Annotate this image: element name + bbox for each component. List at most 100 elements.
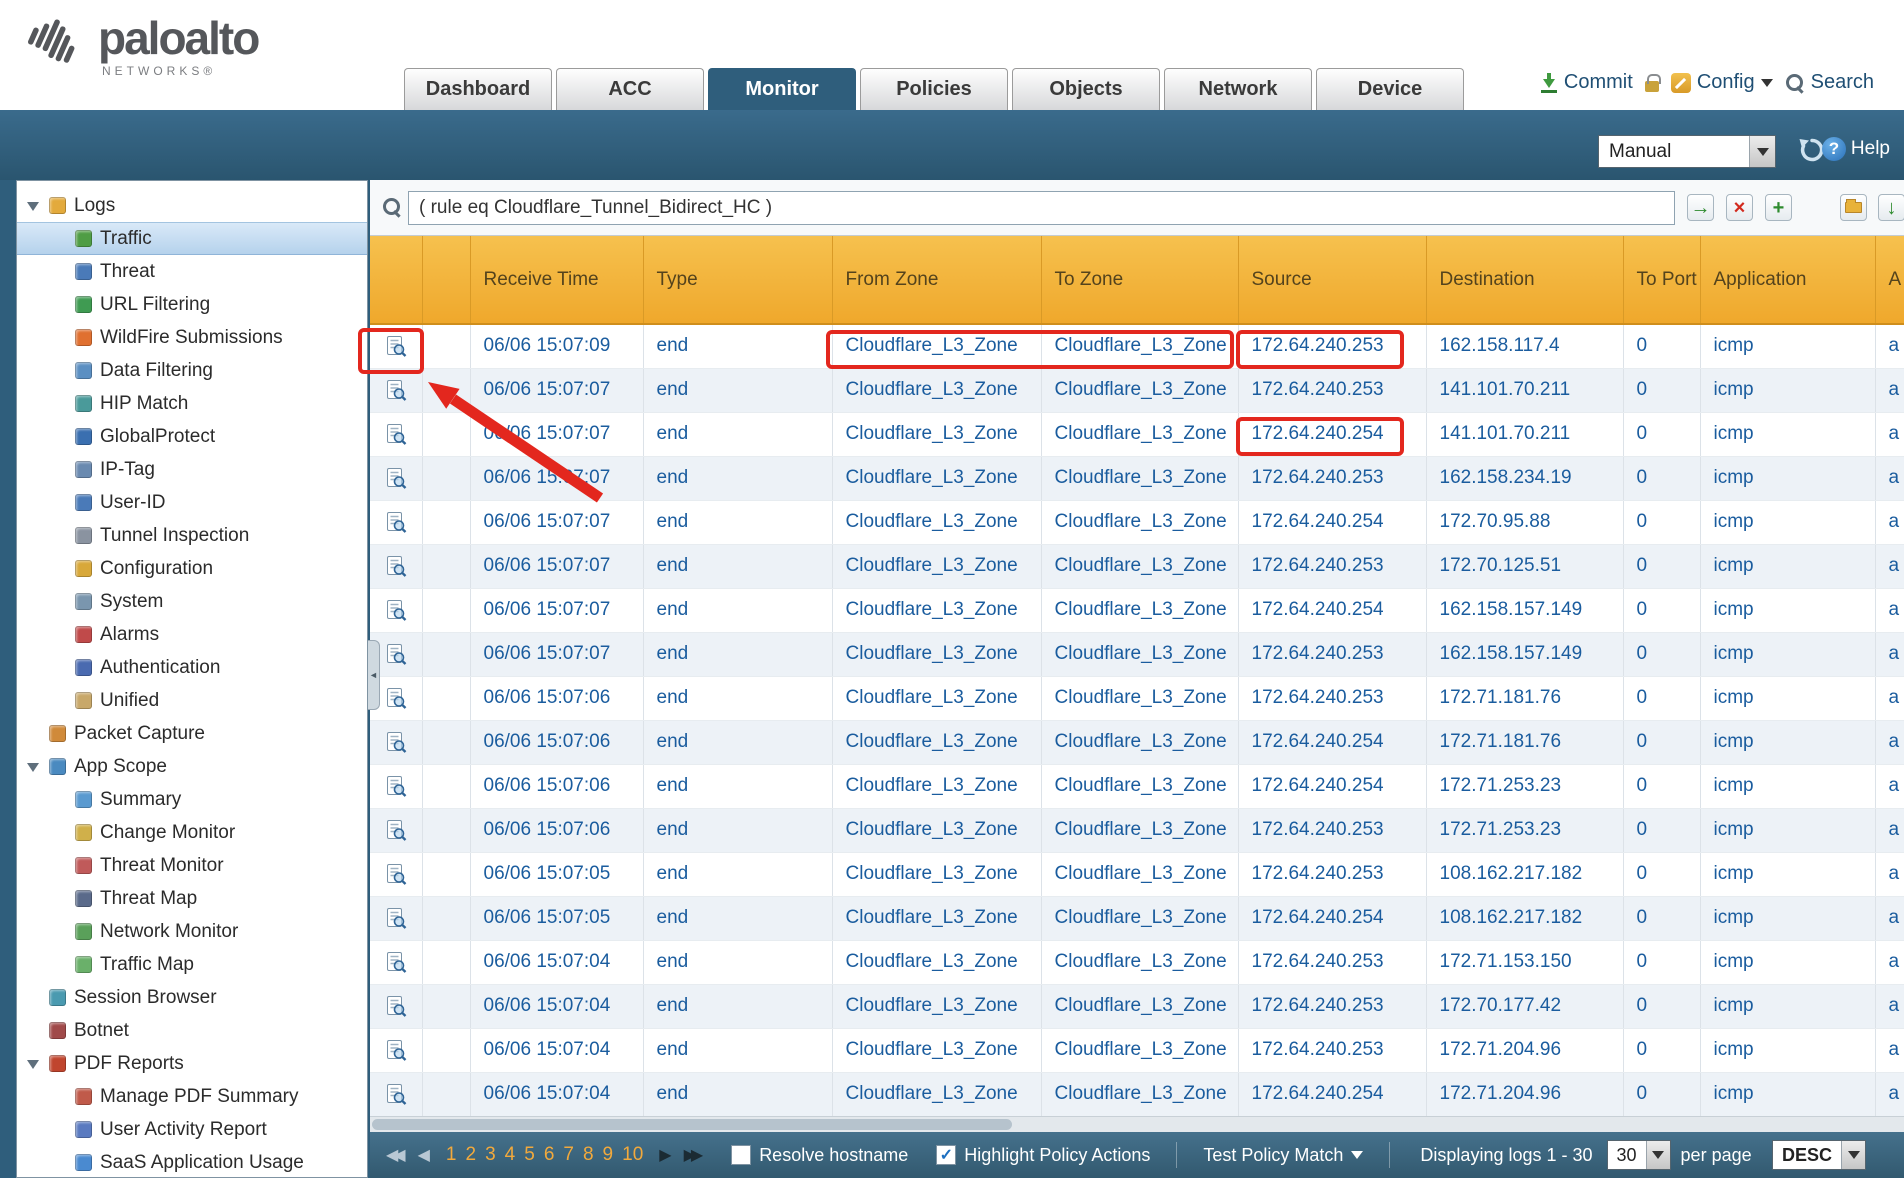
prev-page-button[interactable]: ◀ — [418, 1145, 430, 1165]
add-filter-icon[interactable]: + — [1765, 194, 1792, 221]
refresh-mode-caret[interactable] — [1749, 136, 1775, 167]
sidebar-item-alarms[interactable]: Alarms — [17, 618, 367, 651]
cell-destination[interactable]: 172.71.181.76 — [1426, 720, 1623, 764]
cell-type[interactable]: end — [643, 984, 832, 1028]
cell-destination[interactable]: 172.71.153.150 — [1426, 940, 1623, 984]
cell-from-zone[interactable]: Cloudflare_L3_Zone — [832, 676, 1041, 720]
cell-source[interactable]: 172.64.240.253 — [1238, 368, 1426, 412]
cell-from-zone[interactable]: Cloudflare_L3_Zone — [832, 940, 1041, 984]
sidebar-item-saas-application-usage[interactable]: SaaS Application Usage — [17, 1146, 367, 1178]
column-header-receive-time[interactable]: Receive Time — [470, 236, 643, 324]
log-detail-icon[interactable] — [384, 554, 408, 578]
page-number-7[interactable]: 7 — [563, 1144, 574, 1166]
log-detail-icon[interactable] — [384, 1082, 408, 1106]
cell-from-zone[interactable]: Cloudflare_L3_Zone — [832, 544, 1041, 588]
column-header-source[interactable]: Source — [1238, 236, 1426, 324]
cell-destination[interactable]: 172.70.125.51 — [1426, 544, 1623, 588]
sidebar-item-change-monitor[interactable]: Change Monitor — [17, 816, 367, 849]
tree-expander-icon[interactable] — [25, 759, 41, 775]
cell-action[interactable]: a — [1875, 456, 1904, 500]
cell-from-zone[interactable]: Cloudflare_L3_Zone — [832, 896, 1041, 940]
help-button[interactable]: ? Help — [1822, 137, 1890, 161]
cell-from-zone[interactable]: Cloudflare_L3_Zone — [832, 368, 1041, 412]
cell-to-port[interactable]: 0 — [1623, 720, 1700, 764]
cell-to-zone[interactable]: Cloudflare_L3_Zone — [1041, 544, 1238, 588]
cell-application[interactable]: icmp — [1700, 1072, 1875, 1116]
cell-action[interactable]: a — [1875, 896, 1904, 940]
cell-destination[interactable]: 162.158.157.149 — [1426, 632, 1623, 676]
cell-to-zone[interactable]: Cloudflare_L3_Zone — [1041, 500, 1238, 544]
cell-from-zone[interactable]: Cloudflare_L3_Zone — [832, 632, 1041, 676]
cell-destination[interactable]: 172.71.204.96 — [1426, 1028, 1623, 1072]
column-header-type[interactable]: Type — [643, 236, 832, 324]
cell-destination[interactable]: 108.162.217.182 — [1426, 896, 1623, 940]
cell-source[interactable]: 172.64.240.254 — [1238, 588, 1426, 632]
column-header-flag[interactable] — [422, 236, 470, 324]
cell-application[interactable]: icmp — [1700, 500, 1875, 544]
cell-source[interactable]: 172.64.240.253 — [1238, 852, 1426, 896]
sort-order-caret[interactable] — [1841, 1141, 1865, 1169]
cell-type[interactable]: end — [643, 852, 832, 896]
cell-to-port[interactable]: 0 — [1623, 1028, 1700, 1072]
cell-application[interactable]: icmp — [1700, 632, 1875, 676]
cell-application[interactable]: icmp — [1700, 764, 1875, 808]
sidebar-item-data-filtering[interactable]: Data Filtering — [17, 354, 367, 387]
tab-acc[interactable]: ACC — [556, 68, 704, 110]
cell-receive-time[interactable]: 06/06 15:07:06 — [470, 676, 643, 720]
sidebar-item-threat-map[interactable]: Threat Map — [17, 882, 367, 915]
page-number-2[interactable]: 2 — [466, 1144, 477, 1166]
cell-from-zone[interactable]: Cloudflare_L3_Zone — [832, 720, 1041, 764]
cell-action[interactable]: a — [1875, 412, 1904, 456]
log-detail-icon[interactable] — [384, 730, 408, 754]
filter-query-input[interactable] — [408, 191, 1675, 225]
cell-type[interactable]: end — [643, 456, 832, 500]
refresh-mode-select[interactable]: Manual — [1598, 135, 1776, 168]
cell-destination[interactable]: 141.101.70.211 — [1426, 412, 1623, 456]
sidebar-item-pdf-reports[interactable]: PDF Reports — [17, 1047, 367, 1080]
cell-action[interactable]: a — [1875, 808, 1904, 852]
cell-from-zone[interactable]: Cloudflare_L3_Zone — [832, 852, 1041, 896]
cell-application[interactable]: icmp — [1700, 324, 1875, 368]
cell-receive-time[interactable]: 06/06 15:07:04 — [470, 940, 643, 984]
cell-from-zone[interactable]: Cloudflare_L3_Zone — [832, 456, 1041, 500]
cell-to-zone[interactable]: Cloudflare_L3_Zone — [1041, 412, 1238, 456]
per-page-select[interactable]: 30 — [1607, 1140, 1671, 1170]
sidebar-item-ip-tag[interactable]: IP-Tag — [17, 453, 367, 486]
cell-application[interactable]: icmp — [1700, 852, 1875, 896]
cell-source[interactable]: 172.64.240.254 — [1238, 720, 1426, 764]
cell-type[interactable]: end — [643, 720, 832, 764]
cell-type[interactable]: end — [643, 808, 832, 852]
page-number-3[interactable]: 3 — [485, 1144, 496, 1166]
cell-to-zone[interactable]: Cloudflare_L3_Zone — [1041, 764, 1238, 808]
cell-receive-time[interactable]: 06/06 15:07:07 — [470, 588, 643, 632]
sidebar-item-traffic[interactable]: Traffic — [17, 222, 367, 255]
cell-to-port[interactable]: 0 — [1623, 368, 1700, 412]
horizontal-scrollbar[interactable] — [370, 1116, 1904, 1132]
cell-receive-time[interactable]: 06/06 15:07:04 — [470, 1072, 643, 1116]
cell-source[interactable]: 172.64.240.254 — [1238, 896, 1426, 940]
cell-to-zone[interactable]: Cloudflare_L3_Zone — [1041, 852, 1238, 896]
cell-receive-time[interactable]: 06/06 15:07:05 — [470, 852, 643, 896]
sidebar-item-unified[interactable]: Unified — [17, 684, 367, 717]
cell-to-port[interactable]: 0 — [1623, 500, 1700, 544]
cell-type[interactable]: end — [643, 412, 832, 456]
page-number-6[interactable]: 6 — [544, 1144, 555, 1166]
cell-receive-time[interactable]: 06/06 15:07:06 — [470, 808, 643, 852]
cell-destination[interactable]: 162.158.157.149 — [1426, 588, 1623, 632]
sidebar-item-tunnel-inspection[interactable]: Tunnel Inspection — [17, 519, 367, 552]
cell-to-zone[interactable]: Cloudflare_L3_Zone — [1041, 1028, 1238, 1072]
cell-action[interactable]: a — [1875, 852, 1904, 896]
cell-destination[interactable]: 141.101.70.211 — [1426, 368, 1623, 412]
tab-network[interactable]: Network — [1164, 68, 1312, 110]
cell-source[interactable]: 172.64.240.254 — [1238, 1072, 1426, 1116]
tab-policies[interactable]: Policies — [860, 68, 1008, 110]
cell-to-port[interactable]: 0 — [1623, 896, 1700, 940]
cell-application[interactable]: icmp — [1700, 896, 1875, 940]
cell-to-port[interactable]: 0 — [1623, 940, 1700, 984]
column-header-destination[interactable]: Destination — [1426, 236, 1623, 324]
cell-receive-time[interactable]: 06/06 15:07:07 — [470, 456, 643, 500]
log-detail-icon[interactable] — [384, 994, 408, 1018]
sidebar-item-globalprotect[interactable]: GlobalProtect — [17, 420, 367, 453]
log-detail-icon[interactable] — [384, 818, 408, 842]
cell-action[interactable]: a — [1875, 632, 1904, 676]
